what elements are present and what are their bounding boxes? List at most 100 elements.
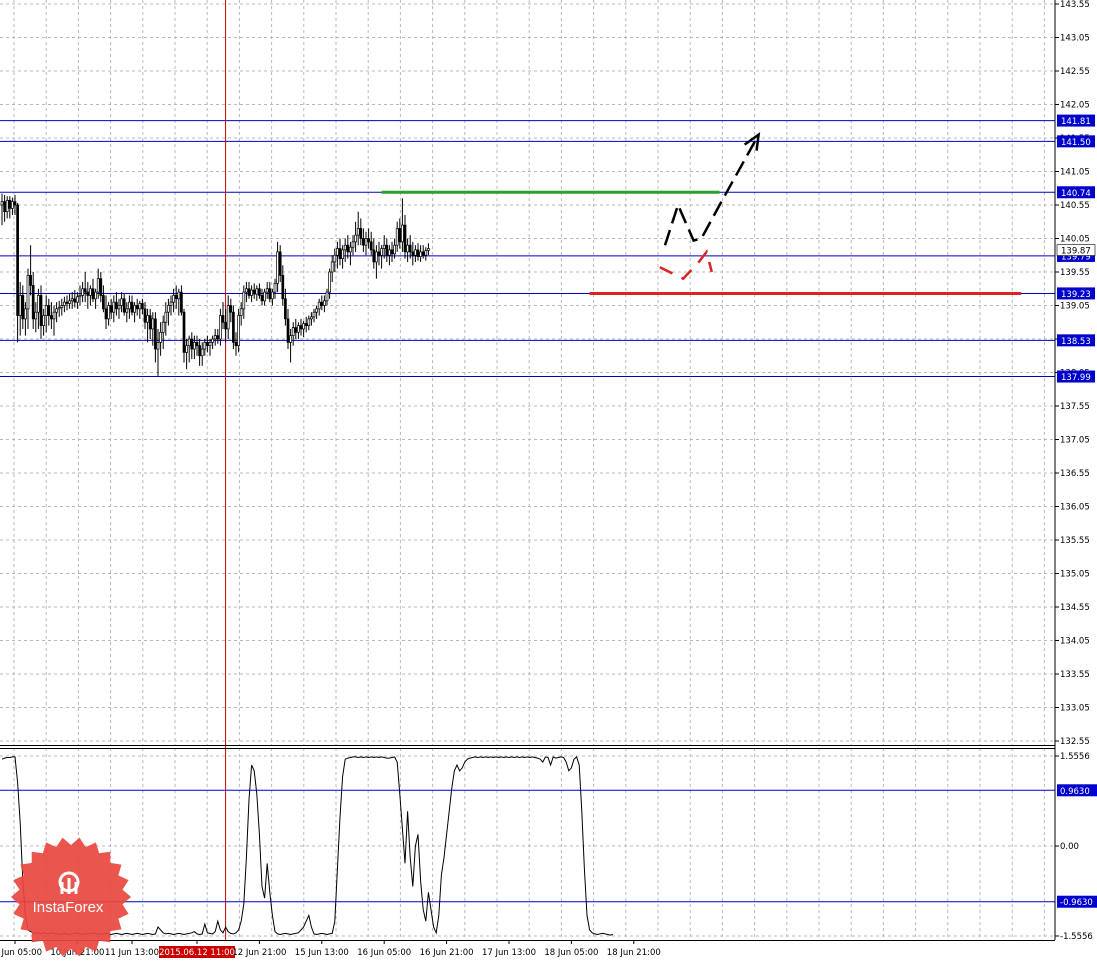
candle-body xyxy=(13,201,17,206)
candle-body xyxy=(94,291,97,300)
candle-body xyxy=(200,348,204,357)
candle-body xyxy=(104,308,108,320)
candle-body xyxy=(408,244,412,253)
candle-body xyxy=(208,342,212,347)
candle-body xyxy=(242,291,246,310)
candle-body xyxy=(5,199,9,213)
candle-body xyxy=(320,301,324,306)
y-tick-label: 137.05 xyxy=(1060,436,1090,446)
candle-body xyxy=(216,335,220,340)
candle-body xyxy=(21,295,25,320)
candle-body xyxy=(232,311,235,343)
y-tick-label: 139.55 xyxy=(1060,268,1090,278)
y-tick-label: 133.05 xyxy=(1060,704,1090,714)
candle-body xyxy=(24,308,27,320)
candle-body xyxy=(302,323,305,330)
candle xyxy=(237,308,240,353)
candle-body xyxy=(263,291,266,302)
candle-body xyxy=(278,251,282,276)
candle-body xyxy=(164,311,168,323)
y-tick-label: 143.05 xyxy=(1060,34,1090,44)
candle-body xyxy=(239,308,243,316)
x-tick-label: 2015.06.12 11:00 xyxy=(159,948,235,958)
candle-body xyxy=(388,249,391,256)
candle-body xyxy=(47,305,51,316)
candle-body xyxy=(73,298,77,303)
candle-body xyxy=(174,295,178,300)
candle-body xyxy=(346,244,350,253)
candle-body xyxy=(289,335,292,343)
y-tick-label: 143.55 xyxy=(1060,0,1090,10)
y-tick-label: 136.55 xyxy=(1060,469,1090,479)
y-tick-label: 134.05 xyxy=(1060,637,1090,647)
y-tick-label: 137.55 xyxy=(1060,402,1090,412)
candle-body xyxy=(120,298,123,306)
x-tick-label: 18 Jun 05:00 xyxy=(544,948,598,958)
candle-body xyxy=(133,305,136,313)
candle-body xyxy=(284,298,287,320)
candle-body xyxy=(37,295,40,313)
y-tick-label: 133.55 xyxy=(1060,670,1090,680)
osc-level-tag-label: -0.9630 xyxy=(1060,898,1093,908)
candle-body xyxy=(65,301,69,304)
candle-body xyxy=(333,254,337,263)
candle-body xyxy=(330,261,334,273)
candle-body xyxy=(362,238,365,246)
candle-body xyxy=(317,301,321,310)
candle-body xyxy=(419,251,422,257)
candle-body xyxy=(382,244,386,249)
candle-body xyxy=(128,301,131,310)
candle-body xyxy=(375,251,378,263)
candle-body xyxy=(130,301,134,313)
candle-body xyxy=(323,300,326,306)
level-tag-label: 138.53 xyxy=(1061,337,1091,347)
candle-body xyxy=(258,288,261,296)
candle-body xyxy=(16,204,19,316)
candle-body xyxy=(237,315,240,347)
candle-body xyxy=(406,244,409,253)
candle-body xyxy=(50,315,53,320)
y-tick-label: 136.05 xyxy=(1060,503,1090,513)
candle-body xyxy=(125,308,129,313)
candle-body xyxy=(247,288,251,296)
candle-body xyxy=(26,275,30,310)
candle-body xyxy=(141,303,144,310)
candle-body xyxy=(211,338,214,343)
candle-body xyxy=(403,224,407,253)
candle-body xyxy=(421,251,425,256)
level-tag-label: 141.50 xyxy=(1061,138,1091,148)
candle-body xyxy=(372,249,376,263)
candle-body xyxy=(11,201,14,209)
candle-body xyxy=(78,295,82,298)
candle-body xyxy=(172,295,175,303)
candle-body xyxy=(177,291,181,300)
candle-body xyxy=(44,305,48,316)
level-tag-label: 141.81 xyxy=(1061,117,1091,127)
candle-body xyxy=(411,251,415,256)
candle-body xyxy=(268,288,272,300)
candle-body xyxy=(297,325,300,333)
osc-tick-label: -1.5556 xyxy=(1060,932,1093,942)
y-tick-label: 135.05 xyxy=(1060,570,1090,580)
candle-body xyxy=(169,301,173,306)
candle-body xyxy=(107,305,110,320)
candle-body xyxy=(252,289,256,295)
candle-body xyxy=(356,228,360,236)
candle-body xyxy=(198,345,201,357)
logo-badge-shape xyxy=(11,837,131,957)
candle-body xyxy=(424,250,428,256)
candle-body xyxy=(185,345,188,353)
candle-body xyxy=(0,201,4,206)
candle-body xyxy=(385,244,389,256)
candle-body xyxy=(276,251,279,284)
candle-body xyxy=(96,278,100,293)
candle-body xyxy=(29,275,32,286)
candle-body xyxy=(167,305,170,313)
candle-body xyxy=(338,248,342,259)
candle-body xyxy=(3,201,6,213)
candle-body xyxy=(294,327,298,333)
y-tick-label: 142.05 xyxy=(1060,101,1090,111)
y-tick-label: 140.55 xyxy=(1060,201,1090,211)
x-tick-label: 16 Jun 05:00 xyxy=(357,948,411,958)
candle-body xyxy=(31,285,35,320)
